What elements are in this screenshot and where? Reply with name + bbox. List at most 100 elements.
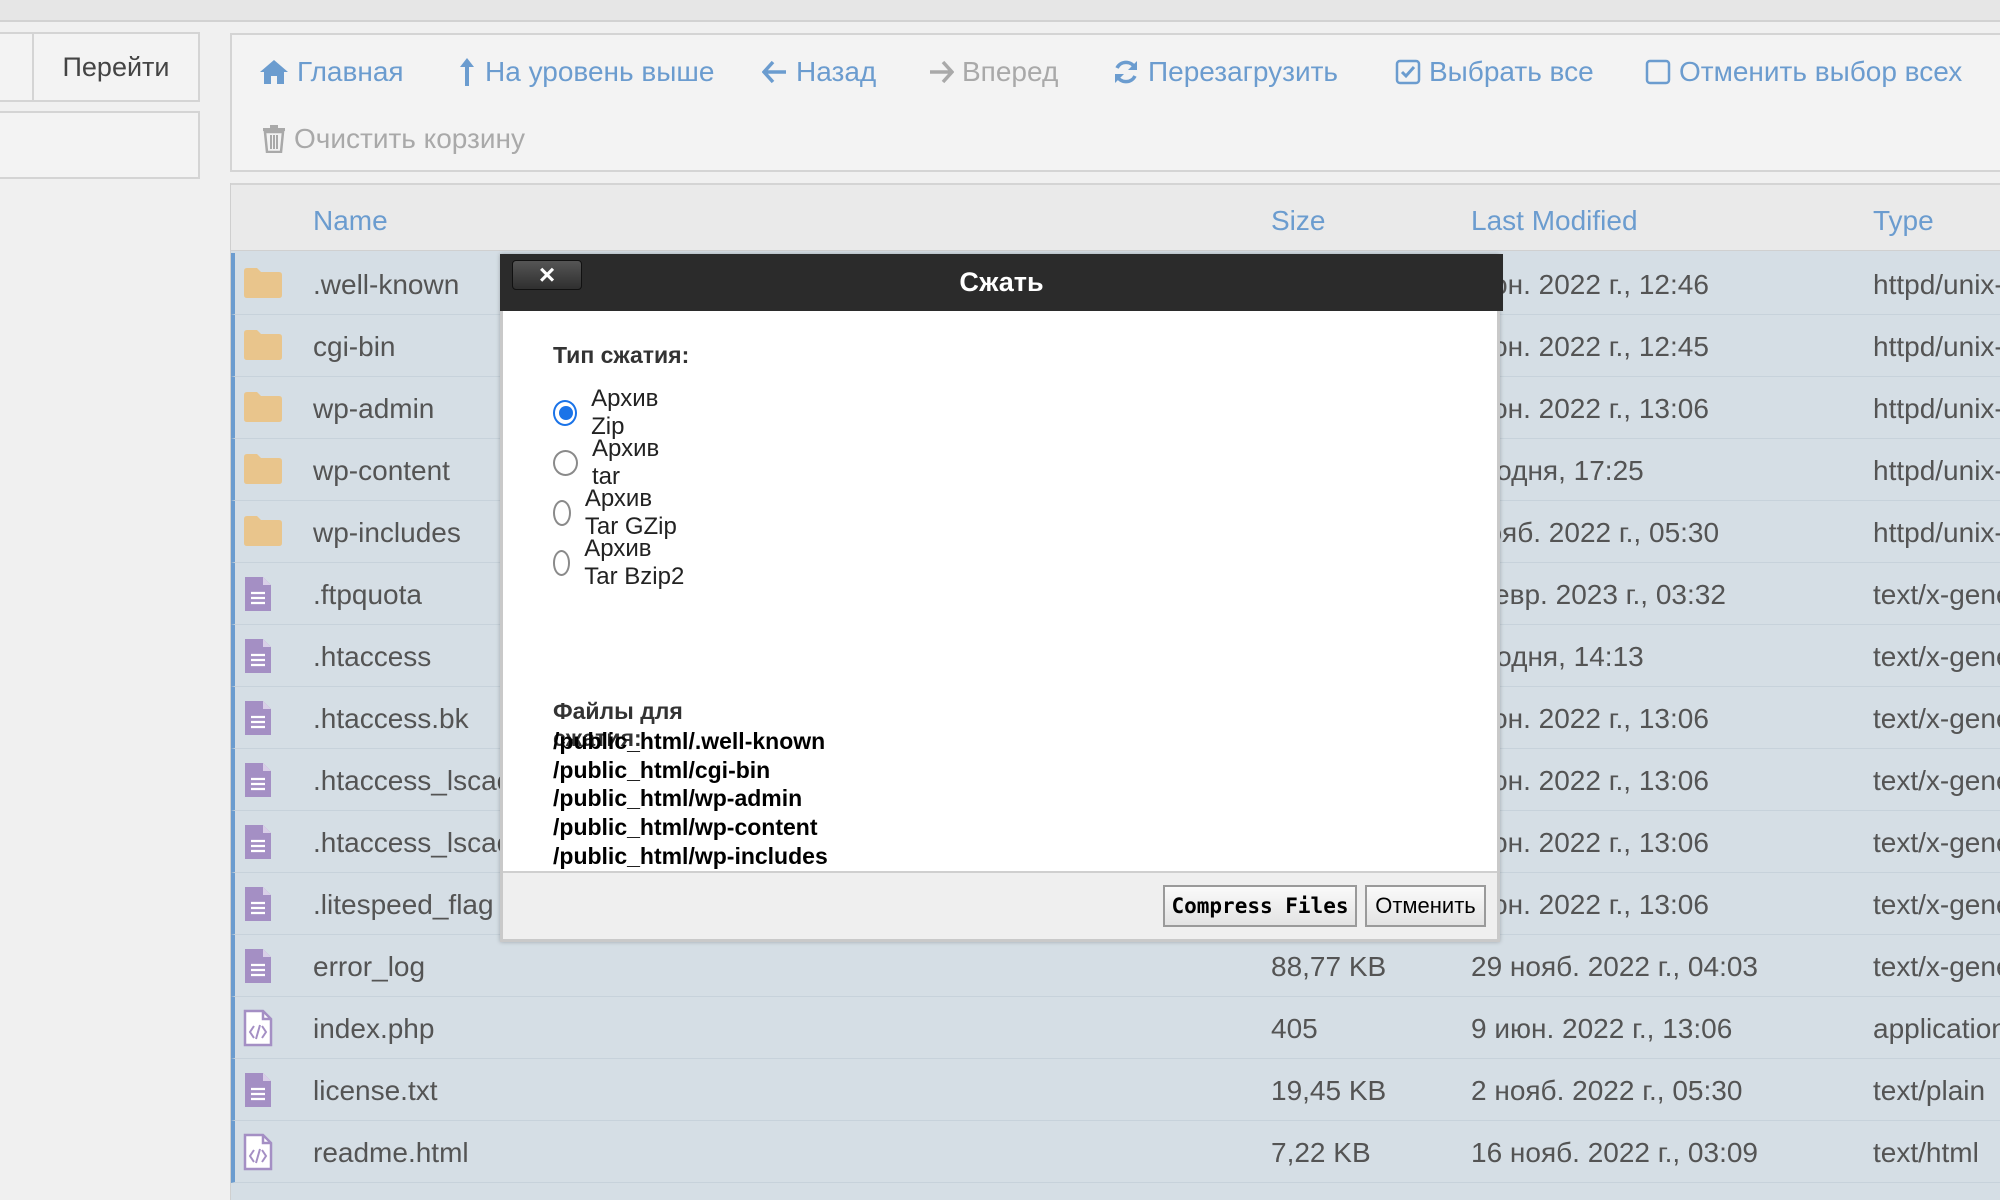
arrow-left-icon [762, 60, 786, 84]
checkbox-checked-icon [1395, 59, 1421, 85]
select-all-button[interactable]: Выбрать все [1395, 56, 1594, 88]
file-type: httpd/unix- [1873, 393, 2000, 424]
compression-type-label: Тип сжатия: [553, 342, 690, 368]
cancel-button[interactable]: Отменить [1365, 885, 1486, 927]
compression-option[interactable]: Архив Zip [553, 385, 689, 441]
dialog-titlebar: Сжать × [500, 254, 1503, 311]
file-path: /public_html/wp-admin [553, 785, 803, 812]
compress-dialog: Сжать × Тип сжатия: Архив Zip Архив tar Ар… [500, 254, 1503, 942]
file-type: httpd/unix- [1873, 269, 2000, 300]
file-modified: 16 нояб. 2022 г., 03:09 [1471, 1137, 1758, 1168]
home-button[interactable]: Главная [259, 56, 404, 88]
file-type: text/x-gene [1873, 827, 2000, 858]
file-name: error_log [313, 951, 426, 982]
compression-option-label: Архив Zip [591, 385, 659, 440]
text-file-icon [243, 637, 273, 680]
forward-button[interactable]: Вперед [928, 56, 1058, 88]
code-file-icon [243, 1133, 273, 1176]
file-modified: июн. 2022 г., 12:45 [1471, 331, 1709, 362]
file-size: 88,77 KB [1271, 951, 1387, 982]
file-modified: 9 июн. 2022 г., 13:06 [1471, 1013, 1733, 1044]
top-strip [0, 0, 2000, 22]
reload-button[interactable]: Перезагрузить [1112, 56, 1338, 88]
toolbar: Главная На уровень выше Назад Вперед Пер… [230, 33, 2000, 172]
file-modified: июн. 2022 г., 13:06 [1471, 765, 1709, 796]
compression-option-label: Архив Tar GZip [584, 485, 677, 540]
file-modified: июн. 2022 г., 12:46 [1471, 269, 1709, 300]
text-file-icon [243, 823, 273, 866]
empty-trash-label: Очистить корзину [294, 123, 525, 154]
close-icon: × [538, 259, 556, 290]
compression-option[interactable]: Архив Tar Bzip2 [553, 535, 689, 591]
empty-trash-button[interactable]: Очистить корзину [262, 123, 525, 155]
refresh-icon [1115, 60, 1137, 84]
file-modified: 2 нояб. 2022 г., 05:30 [1471, 1075, 1743, 1106]
left-panel-box [0, 111, 200, 179]
table-row[interactable]: error_log 88,77 KB 29 нояб. 2022 г., 04:03… [231, 935, 2000, 997]
arrow-right-icon [930, 60, 954, 84]
file-type: text/plain [1873, 1075, 1986, 1106]
file-type: text/x-gene [1873, 641, 2000, 672]
dialog-footer: Compress Files Отменить [503, 871, 1497, 939]
column-header-type[interactable]: Type [1873, 205, 1934, 237]
go-button[interactable]: Перейти [0, 32, 200, 102]
table-row[interactable]: index.php 405 9 июн. 2022 г., 13:06 applica… [231, 997, 2000, 1059]
code-file-icon [243, 1009, 273, 1052]
radio-button[interactable] [553, 500, 571, 526]
compression-option-label: Архив Tar Bzip2 [584, 535, 685, 590]
file-type: httpd/unix- [1873, 331, 2000, 362]
file-size: 19,45 KB [1271, 1075, 1387, 1106]
go-button-label: Перейти [62, 51, 170, 82]
file-path: /public_html/cgi-bin [553, 756, 771, 783]
deselect-all-label: Отменить выбор всех [1679, 56, 1963, 87]
text-file-icon [243, 1071, 273, 1114]
trash-icon [263, 125, 285, 153]
file-size: 7,22 KB [1271, 1137, 1371, 1168]
file-type: httpd/unix- [1873, 455, 2000, 486]
table-row[interactable]: license.txt 19,45 KB 2 нояб. 2022 г., 05:3… [231, 1059, 2000, 1121]
file-modified: 29 нояб. 2022 г., 04:03 [1471, 951, 1758, 982]
text-file-icon [243, 699, 273, 742]
file-type: httpd/unix- [1873, 517, 2000, 548]
file-modified: июн. 2022 г., 13:06 [1471, 393, 1709, 424]
file-modified: егодня, 14:13 [1471, 641, 1644, 672]
file-path: /public_html/.well-known [553, 728, 826, 754]
column-header-name[interactable]: Name [313, 205, 388, 237]
file-name: index.php [313, 1013, 435, 1044]
text-file-icon [243, 575, 273, 618]
up-level-button[interactable]: На уровень выше [457, 56, 714, 88]
forward-label: Вперед [962, 56, 1059, 87]
radio-button[interactable] [553, 400, 578, 426]
table-row[interactable]: readme.html 7,22 KB 16 нояб. 2022 г., 03:0… [231, 1121, 2000, 1183]
column-header-modified[interactable]: Last Modified [1471, 205, 1638, 237]
dialog-title: Сжать [959, 267, 1044, 297]
home-label: Главная [297, 56, 404, 87]
compression-option[interactable]: Архив tar [553, 435, 689, 491]
file-path: /public_html/wp-content [553, 814, 818, 841]
file-modified: нояб. 2022 г., 05:30 [1471, 517, 1720, 548]
file-type: text/x-gene [1873, 765, 2000, 796]
compression-option[interactable]: Архив Tar GZip [553, 485, 689, 541]
up-level-label: На уровень выше [485, 56, 715, 87]
checkbox-empty-icon [1645, 59, 1671, 85]
level-up-icon [460, 58, 474, 86]
file-modified: июн. 2022 г., 13:06 [1471, 889, 1709, 920]
folder-icon [243, 513, 283, 552]
deselect-all-button[interactable]: Отменить выбор всех [1645, 56, 1962, 88]
file-type: text/html [1873, 1137, 1979, 1168]
close-button[interactable]: × [512, 260, 582, 290]
column-header-size[interactable]: Size [1271, 205, 1325, 237]
radio-button[interactable] [553, 450, 578, 476]
dialog-body: Тип сжатия: Архив Zip Архив tar Архив Tar … [553, 342, 828, 926]
folder-icon [243, 265, 283, 304]
file-list-header: Name Size Last Modified Type [231, 183, 2000, 251]
file-type: text/x-gene [1873, 951, 2000, 982]
file-name: license.txt [313, 1075, 438, 1106]
radio-button[interactable] [553, 550, 571, 576]
back-button[interactable]: Назад [762, 56, 876, 88]
select-all-label: Выбрать все [1429, 56, 1594, 87]
file-modified: егодня, 17:25 [1471, 455, 1644, 486]
compress-files-button[interactable]: Compress Files [1163, 885, 1357, 927]
file-modified: июн. 2022 г., 13:06 [1471, 703, 1709, 734]
home-icon [260, 60, 288, 84]
